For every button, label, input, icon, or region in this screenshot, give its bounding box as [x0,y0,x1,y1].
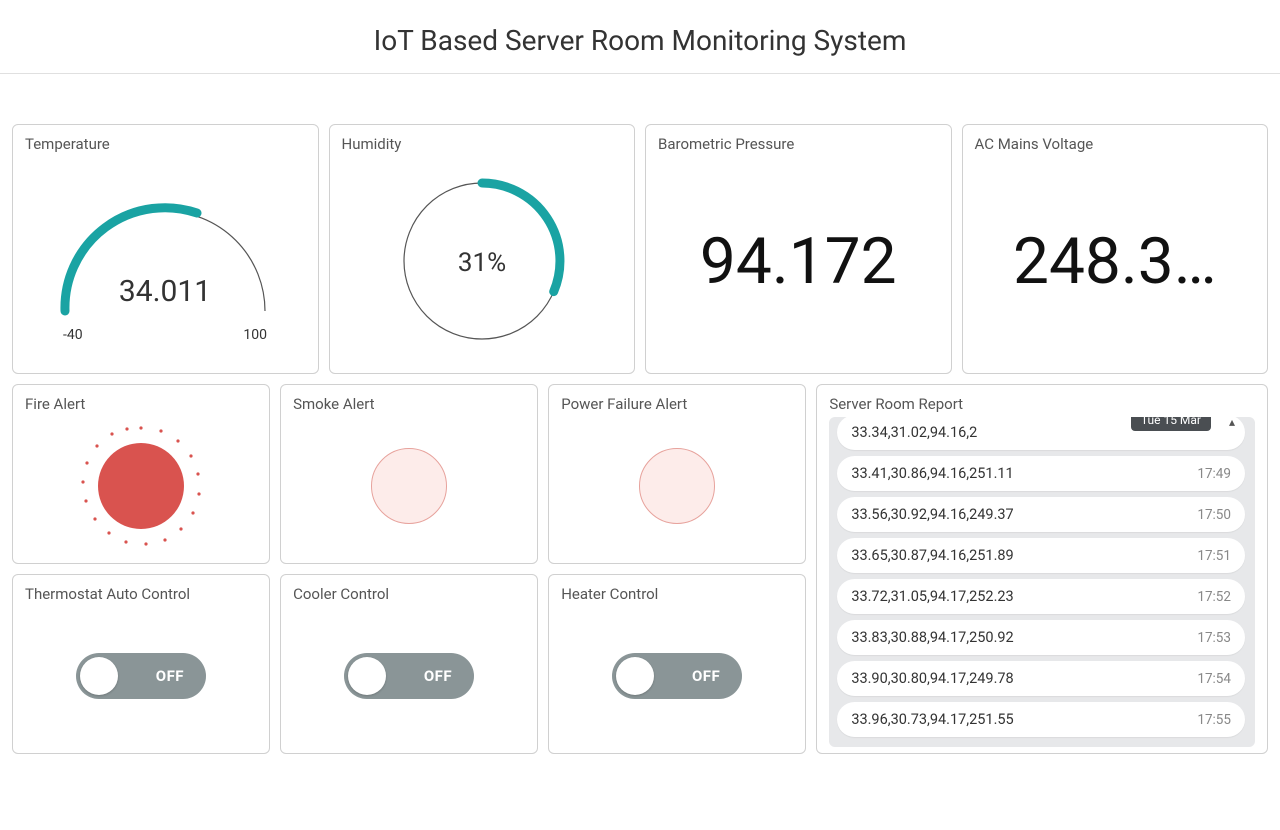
report-time: 17:52 [1197,589,1231,605]
report-time: 17:53 [1197,630,1231,646]
humidity-value: 31% [458,248,506,278]
report-time: 17:51 [1197,548,1231,564]
led-off-icon [639,448,715,524]
toggle-knob-icon [348,657,386,695]
list-item[interactable]: 33.41,30.86,94.16,251.11 17:49 [837,456,1245,491]
smoke-alert-panel: Smoke Alert [280,384,538,564]
report-text: 33.65,30.87,94.16,251.89 [851,547,1013,564]
caret-up-icon[interactable]: ▴ [1229,417,1235,429]
report-date-tooltip: Tue 15 Mar [1131,417,1211,431]
toggle-state: OFF [156,667,184,685]
heater-toggle[interactable]: OFF [612,653,742,699]
toggle-knob-icon [80,657,118,695]
fire-alert-panel: Fire Alert [12,384,270,564]
title-divider [0,73,1280,74]
report-time: 17:49 [1197,466,1231,482]
smoke-alert-title: Smoke Alert [293,395,525,413]
humidity-title: Humidity [342,135,623,153]
list-item[interactable]: 33.56,30.92,94.16,249.37 17:50 [837,497,1245,532]
humidity-panel: Humidity 31% [329,124,636,374]
cooler-title: Cooler Control [293,585,525,603]
voltage-panel: AC Mains Voltage 248.3… [962,124,1269,374]
report-time: 17:55 [1197,712,1231,728]
power-alert-title: Power Failure Alert [561,395,793,413]
fire-alert-title: Fire Alert [25,395,257,413]
toggle-state: OFF [424,667,452,685]
cooler-toggle[interactable]: OFF [344,653,474,699]
donut-icon: 31% [392,171,572,351]
heater-title: Heater Control [561,585,793,603]
power-alert-panel: Power Failure Alert [548,384,806,564]
temperature-min: -40 [63,327,83,343]
report-time: 17:50 [1197,507,1231,523]
pressure-value: 94.172 [658,157,939,365]
thermostat-title: Thermostat Auto Control [25,585,257,603]
temperature-max: 100 [244,327,268,343]
led-off-icon [371,448,447,524]
report-text: 33.72,31.05,94.17,252.23 [851,588,1013,605]
cooler-panel: Cooler Control OFF [280,574,538,754]
page-title: IoT Based Server Room Monitoring System [0,0,1280,73]
list-item[interactable]: 33.65,30.87,94.16,251.89 17:51 [837,538,1245,573]
fire-alert-led [25,417,257,555]
list-item[interactable]: 33.83,30.88,94.17,250.92 17:53 [837,620,1245,655]
report-text: 33.41,30.86,94.16,251.11 [851,465,1013,482]
report-text: 33.96,30.73,94.17,251.55 [851,711,1013,728]
report-title: Server Room Report [829,395,1255,413]
list-item[interactable]: 33.72,31.05,94.17,252.23 17:52 [837,579,1245,614]
list-item[interactable]: 33.96,30.73,94.17,251.55 17:55 [837,702,1245,737]
led-on-icon [98,443,184,529]
temperature-title: Temperature [25,135,306,153]
thermostat-panel: Thermostat Auto Control OFF [12,574,270,754]
smoke-alert-led [293,417,525,555]
temperature-value: 34.011 [119,274,211,309]
humidity-donut: 31% [342,157,623,365]
voltage-value: 248.3… [975,157,1256,365]
voltage-title: AC Mains Voltage [975,135,1256,153]
report-text: 33.56,30.92,94.16,249.37 [851,506,1013,523]
report-panel: Server Room Report Tue 15 Mar ▴ 33.34,31… [816,384,1268,754]
report-text: 33.34,31.02,94.16,2 [851,424,977,441]
pressure-title: Barometric Pressure [658,135,939,153]
report-time: 17:54 [1197,671,1231,687]
report-text: 33.83,30.88,94.17,250.92 [851,629,1013,646]
temperature-gauge: 34.011 -40 100 [25,157,306,365]
report-text: 33.90,30.80,94.17,249.78 [851,670,1013,687]
list-item[interactable]: 33.90,30.80,94.17,249.78 17:54 [837,661,1245,696]
temperature-panel: Temperature 34.011 -40 100 [12,124,319,374]
heater-panel: Heater Control OFF [548,574,806,754]
report-list[interactable]: Tue 15 Mar ▴ 33.34,31.02,94.16,2 33.41,3… [829,417,1255,747]
gauge-icon: 34.011 -40 100 [35,171,295,351]
toggle-state: OFF [692,667,720,685]
toggle-knob-icon [616,657,654,695]
thermostat-toggle[interactable]: OFF [76,653,206,699]
power-alert-led [561,417,793,555]
pressure-panel: Barometric Pressure 94.172 [645,124,952,374]
